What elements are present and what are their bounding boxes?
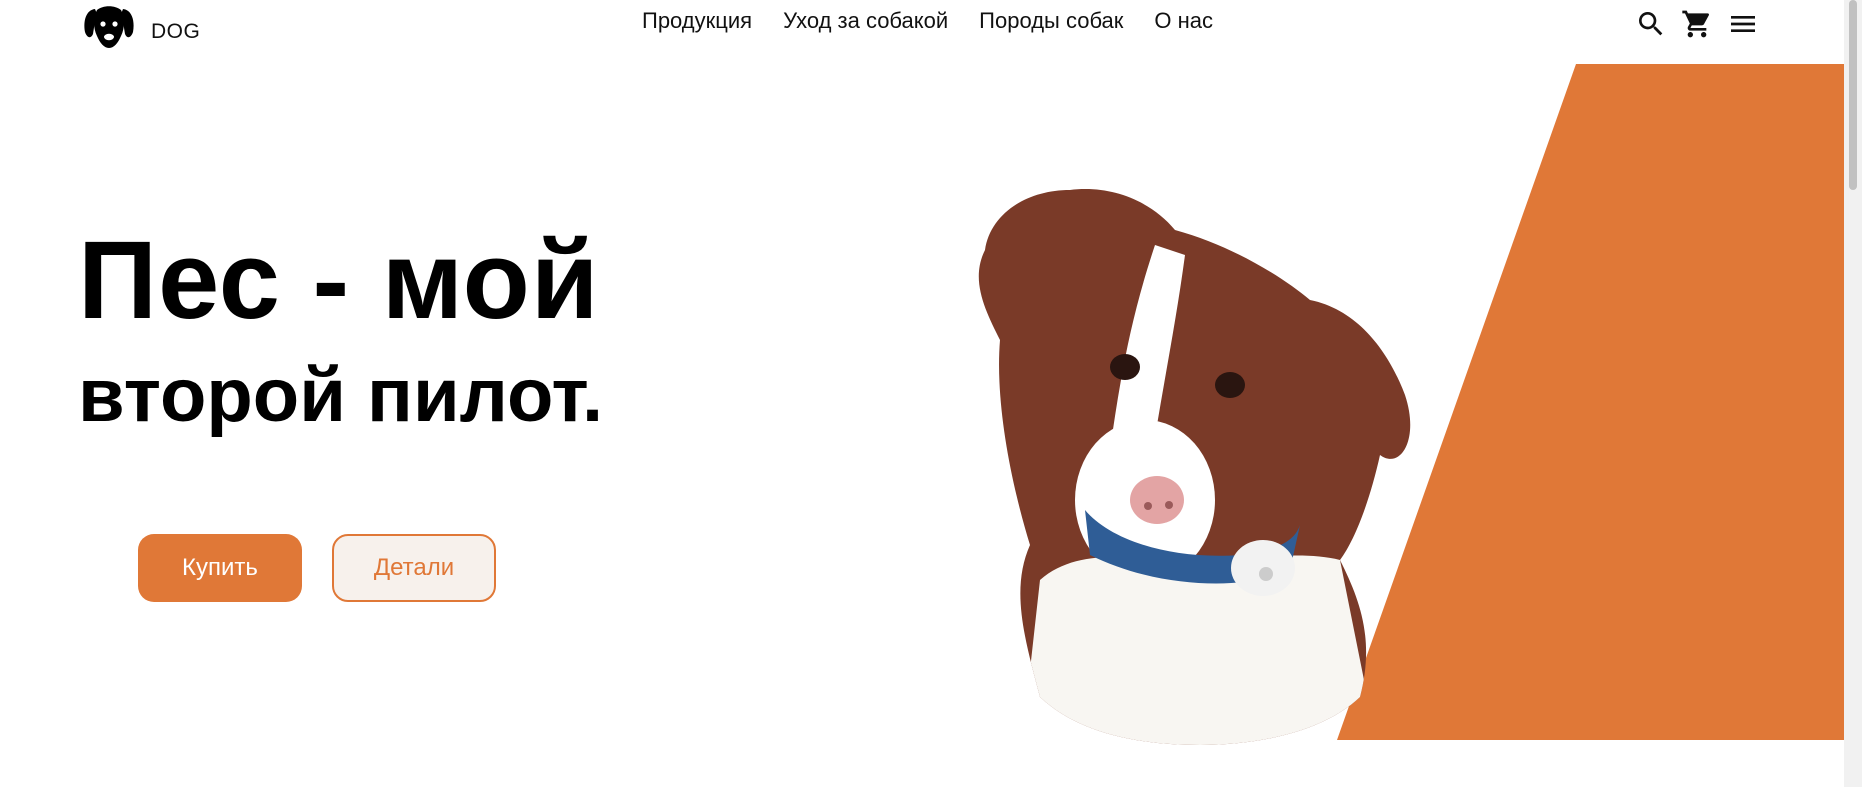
main-nav: Продукция Уход за собакой Породы собак О… — [642, 8, 1213, 34]
details-button[interactable]: Детали — [332, 534, 496, 602]
header-actions — [1635, 8, 1759, 40]
hero-title: Пес - мой второй пилот. — [78, 226, 603, 434]
site-header: DOG Продукция Уход за собакой Породы соб… — [0, 0, 1844, 60]
buy-button[interactable]: Купить — [138, 534, 302, 602]
puppy-image — [978, 189, 1411, 746]
dog-head-icon — [84, 6, 134, 48]
search-icon[interactable] — [1635, 8, 1667, 40]
hero-title-line-1: Пес - мой — [78, 219, 600, 342]
nav-item-about[interactable]: О нас — [1154, 8, 1213, 34]
brand-logo[interactable]: DOG — [83, 4, 200, 50]
cart-icon[interactable] — [1681, 8, 1713, 40]
hero-title-line-2: второй пилот. — [78, 353, 604, 438]
page-scrollbar[interactable] — [1844, 0, 1862, 787]
nav-item-products[interactable]: Продукция — [642, 8, 752, 34]
orange-accent-shape — [1337, 64, 1844, 740]
brand-name: DOG — [151, 20, 201, 43]
nav-item-dog-care[interactable]: Уход за собакой — [783, 8, 948, 34]
menu-icon[interactable] — [1727, 8, 1759, 40]
scrollbar-thumb[interactable] — [1849, 0, 1857, 190]
nav-item-breeds[interactable]: Породы собак — [979, 8, 1123, 34]
